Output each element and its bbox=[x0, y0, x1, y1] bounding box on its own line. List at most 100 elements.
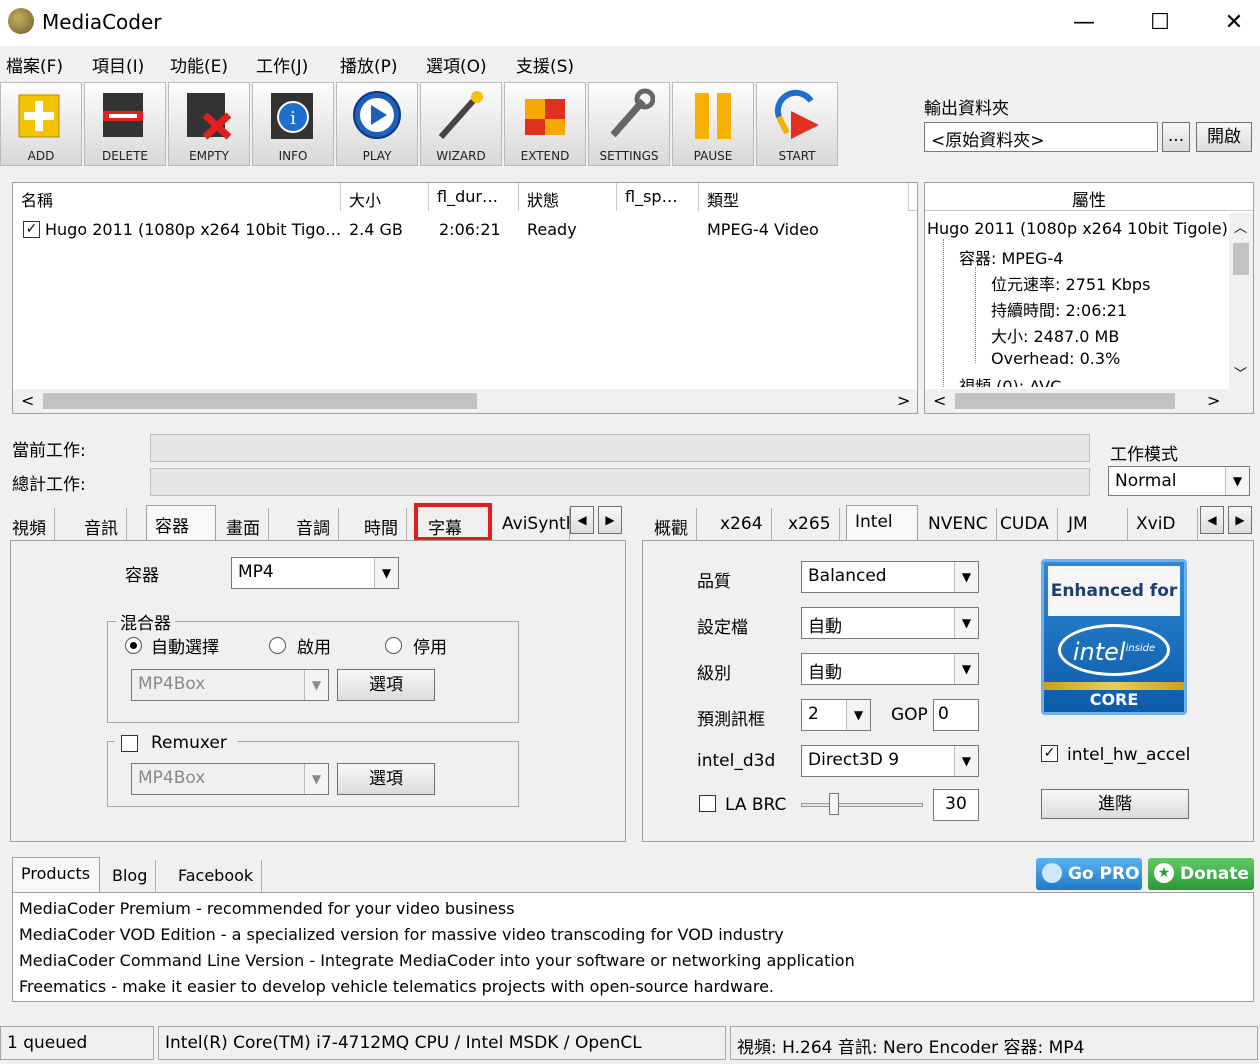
radio-auto[interactable] bbox=[125, 637, 142, 654]
labrc-slider-thumb[interactable] bbox=[829, 793, 839, 815]
extend-button[interactable]: EXTEND bbox=[504, 82, 586, 166]
delete-button[interactable]: DELETE bbox=[84, 82, 166, 166]
properties-vscrollbar[interactable]: ︿ ﹀ bbox=[1229, 213, 1253, 389]
tab-container[interactable]: 容器 bbox=[146, 505, 216, 541]
property-container[interactable]: 容器: MPEG-4 bbox=[959, 245, 1063, 269]
column-header-type[interactable]: 類型 bbox=[699, 183, 909, 211]
tab-x264[interactable]: x264 bbox=[712, 508, 772, 540]
menu-job[interactable]: 工作(J) bbox=[256, 52, 308, 77]
hw-accel-checkbox[interactable]: ✓ bbox=[1041, 745, 1058, 762]
info-button[interactable]: i INFO bbox=[252, 82, 334, 166]
tab-tone[interactable]: 音調 bbox=[288, 508, 339, 540]
tab-overview[interactable]: 概觀 bbox=[646, 508, 697, 540]
column-header-size[interactable]: 大小 bbox=[341, 183, 429, 211]
menu-function[interactable]: 功能(E) bbox=[170, 52, 228, 77]
scroll-down-icon[interactable]: ﹀ bbox=[1234, 363, 1247, 382]
job-mode-select[interactable]: Normal ▼ bbox=[1108, 466, 1250, 496]
property-overhead[interactable]: Overhead: 0.3% bbox=[991, 349, 1120, 368]
pause-button[interactable]: PAUSE bbox=[672, 82, 754, 166]
tab-products[interactable]: Products bbox=[12, 857, 100, 893]
empty-button[interactable]: EMPTY bbox=[168, 82, 250, 166]
scroll-right-icon[interactable]: > bbox=[897, 391, 910, 410]
pframe-select[interactable]: 2 ▼ bbox=[801, 699, 871, 731]
play-button[interactable]: PLAY bbox=[336, 82, 418, 166]
scroll-up-icon[interactable]: ︿ bbox=[1234, 217, 1247, 236]
properties-hscrollbar[interactable]: < > bbox=[925, 389, 1253, 413]
scroll-thumb[interactable] bbox=[43, 393, 477, 409]
property-size[interactable]: 大小: 2487.0 MB bbox=[991, 323, 1119, 347]
scroll-right-icon[interactable]: > bbox=[1207, 391, 1220, 410]
open-folder-button[interactable]: 開啟 bbox=[1196, 122, 1252, 152]
file-list-hscrollbar[interactable]: < > bbox=[13, 389, 917, 413]
menu-support[interactable]: 支援(S) bbox=[516, 52, 574, 77]
property-bitrate[interactable]: 位元速率: 2751 Kbps bbox=[991, 271, 1150, 295]
menu-play[interactable]: 播放(P) bbox=[340, 52, 398, 77]
wizard-button[interactable]: WIZARD bbox=[420, 82, 502, 166]
menu-file[interactable]: 檔案(F) bbox=[6, 52, 63, 77]
tab-avisynth[interactable]: AviSynth bbox=[494, 508, 570, 540]
right-tab-scroll-left-button[interactable]: ◀ bbox=[1200, 506, 1224, 534]
d3d-select[interactable]: Direct3D 9 ▼ bbox=[801, 745, 979, 777]
tab-jm[interactable]: JM bbox=[1060, 508, 1128, 540]
tab-x265[interactable]: x265 bbox=[780, 508, 840, 540]
scroll-thumb[interactable] bbox=[955, 393, 1175, 409]
radio-disable[interactable] bbox=[385, 637, 402, 654]
row-checkbox[interactable]: ✓ bbox=[23, 221, 40, 238]
property-duration[interactable]: 持續時間: 2:06:21 bbox=[991, 297, 1127, 321]
column-header-name[interactable]: 名稱 bbox=[13, 183, 341, 211]
tab-intel[interactable]: Intel bbox=[846, 505, 918, 541]
list-item[interactable]: MediaCoder Premium - recommended for you… bbox=[19, 899, 1247, 925]
file-list[interactable]: 名稱 大小 fl_dur… 狀態 fl_sp… 類型 ✓ Hugo 2011 (… bbox=[12, 182, 918, 414]
column-header-duration[interactable]: fl_dur… bbox=[429, 183, 519, 211]
list-item[interactable]: MediaCoder VOD Edition - a specialized v… bbox=[19, 925, 1247, 951]
remuxer-checkbox[interactable] bbox=[121, 735, 138, 752]
menu-item[interactable]: 項目(I) bbox=[92, 52, 144, 77]
quality-select[interactable]: Balanced ▼ bbox=[801, 561, 979, 593]
scroll-left-icon[interactable]: < bbox=[21, 391, 34, 410]
minimize-button[interactable]: — bbox=[1064, 6, 1104, 40]
right-tab-scroll-right-button[interactable]: ▶ bbox=[1228, 506, 1252, 534]
start-button[interactable]: START bbox=[756, 82, 838, 166]
remuxer-options-button[interactable]: 選項 bbox=[337, 763, 435, 795]
donate-button[interactable]: ★ Donate bbox=[1148, 858, 1254, 890]
tab-xvid[interactable]: XviD bbox=[1128, 508, 1198, 540]
list-item[interactable]: Freematics - make it easier to develop v… bbox=[19, 977, 1247, 1003]
tab-scroll-left-button[interactable]: ◀ bbox=[570, 506, 594, 534]
profile-select[interactable]: 自動 ▼ bbox=[801, 607, 979, 639]
table-row[interactable]: ✓ Hugo 2011 (1080p x264 10bit Tigo… 2.4 … bbox=[13, 215, 917, 243]
tab-video[interactable]: 視頻 bbox=[4, 508, 55, 540]
column-header-status[interactable]: 狀態 bbox=[519, 183, 617, 211]
labrc-value-input[interactable]: 30 bbox=[933, 789, 979, 821]
tab-nvenc[interactable]: NVENC bbox=[920, 508, 997, 540]
tab-time[interactable]: 時間 bbox=[356, 508, 407, 540]
container-select[interactable]: MP4 ▼ bbox=[231, 557, 399, 589]
close-button[interactable]: ✕ bbox=[1214, 6, 1254, 40]
add-button[interactable]: ADD bbox=[0, 82, 82, 166]
labrc-slider-track[interactable] bbox=[801, 803, 923, 807]
go-pro-button[interactable]: Go PRO bbox=[1036, 858, 1142, 890]
level-select[interactable]: 自動 ▼ bbox=[801, 653, 979, 685]
tab-facebook[interactable]: Facebook bbox=[170, 860, 263, 892]
menu-options[interactable]: 選項(O) bbox=[426, 52, 487, 77]
column-header-speed[interactable]: fl_sp… bbox=[617, 183, 699, 211]
scroll-thumb[interactable] bbox=[1233, 243, 1249, 275]
output-folder-field[interactable]: <原始資料夾> bbox=[924, 122, 1158, 152]
properties-root[interactable]: Hugo 2011 (1080p x264 10bit Tigole).m bbox=[927, 219, 1227, 238]
tab-blog[interactable]: Blog bbox=[104, 860, 157, 892]
settings-button[interactable]: SETTINGS bbox=[588, 82, 670, 166]
muxer-options-button[interactable]: 選項 bbox=[337, 669, 435, 701]
tab-audio[interactable]: 音訊 bbox=[76, 508, 127, 540]
property-video[interactable]: 視頻 (0): AVC bbox=[959, 373, 1061, 387]
gop-input[interactable]: 0 bbox=[933, 699, 979, 731]
list-item[interactable]: MediaCoder Command Line Version - Integr… bbox=[19, 951, 1247, 977]
labrc-checkbox[interactable] bbox=[699, 795, 716, 812]
scroll-left-icon[interactable]: < bbox=[933, 391, 946, 410]
tab-picture[interactable]: 畫面 bbox=[218, 508, 269, 540]
advanced-button[interactable]: 進階 bbox=[1041, 789, 1189, 819]
properties-panel: 屬性 Hugo 2011 (1080p x264 10bit Tigole).m… bbox=[924, 182, 1254, 414]
maximize-button[interactable]: ☐ bbox=[1140, 6, 1180, 40]
tab-scroll-right-button[interactable]: ▶ bbox=[598, 506, 622, 534]
tab-cuda[interactable]: CUDA bbox=[992, 508, 1058, 540]
browse-folder-button[interactable]: ... bbox=[1162, 122, 1190, 152]
radio-enable[interactable] bbox=[269, 637, 286, 654]
